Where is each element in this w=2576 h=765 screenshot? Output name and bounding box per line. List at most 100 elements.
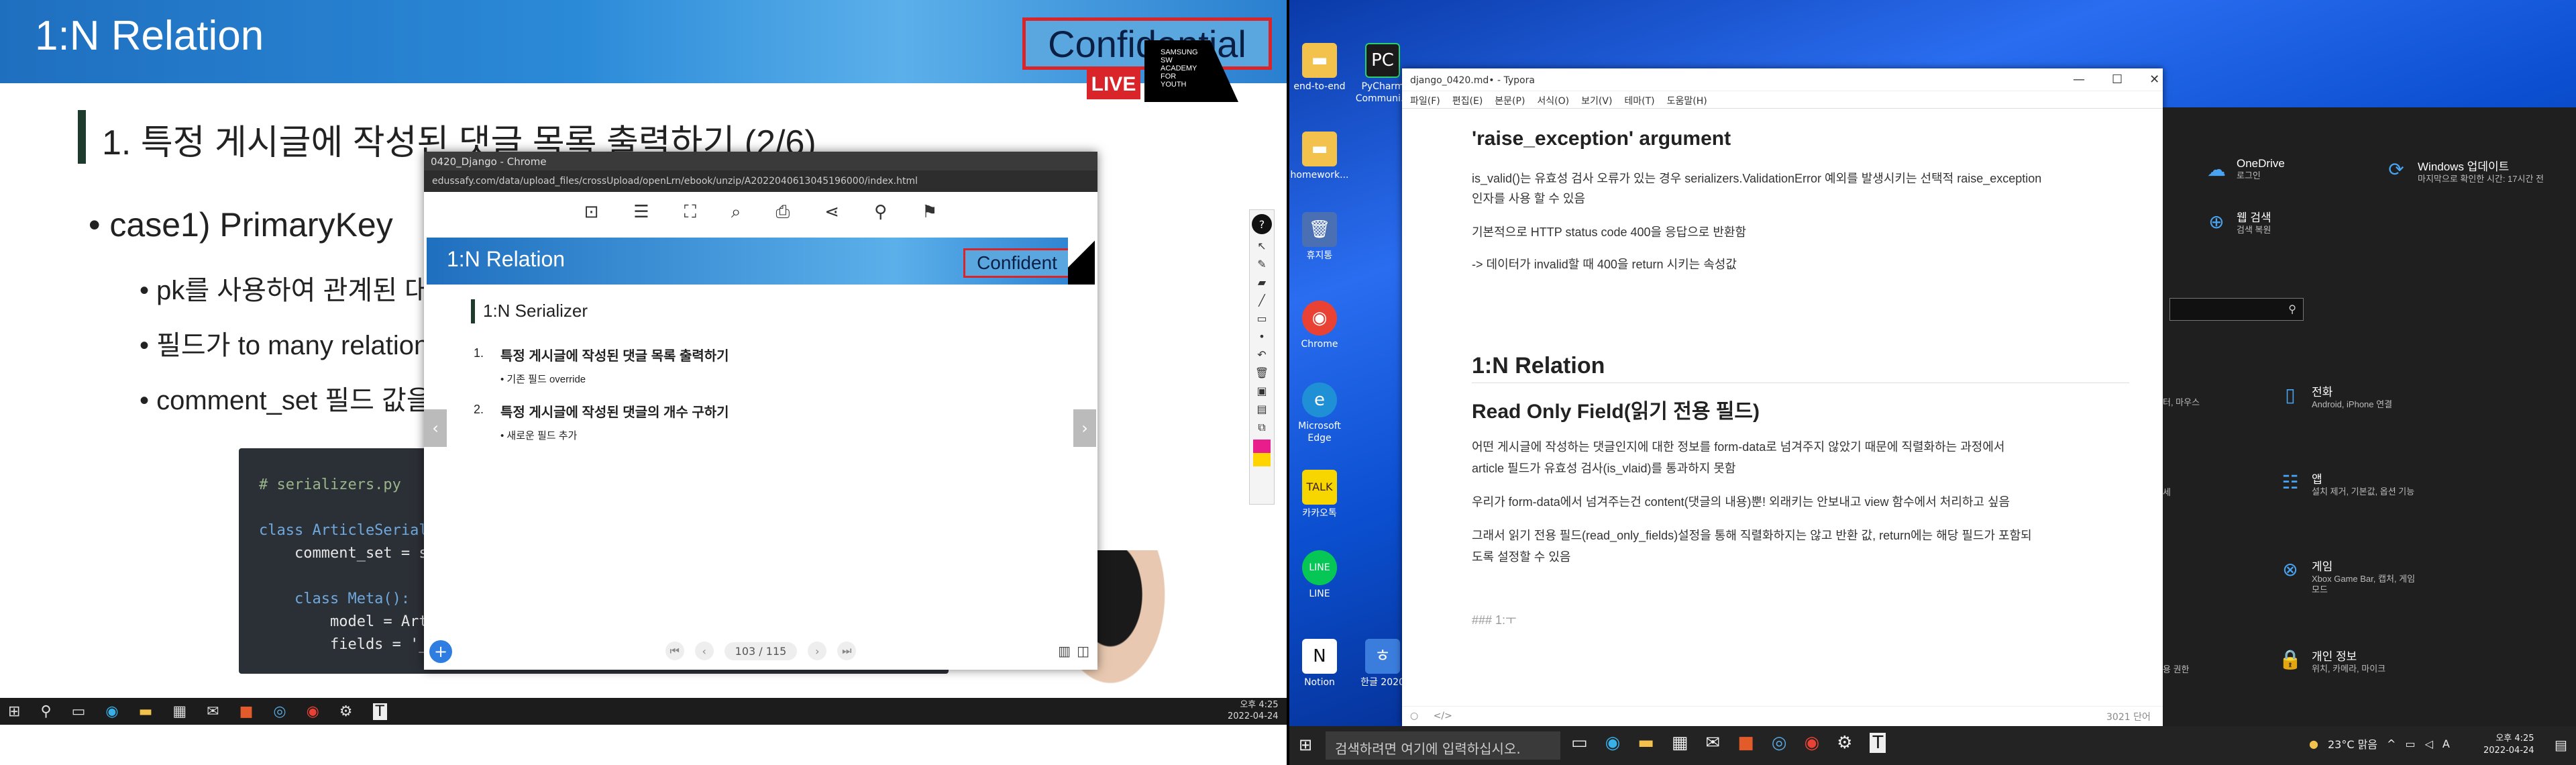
typora-icon[interactable]: T: [372, 703, 387, 720]
zoom-icon[interactable]: ⌕: [731, 202, 741, 223]
first-page-icon[interactable]: ⏮: [665, 642, 684, 660]
desktop-icon-chrome[interactable]: ◉ Chrome: [1289, 301, 1350, 350]
heading-raise-exception[interactable]: 'raise_exception' argument: [1472, 128, 1731, 150]
desktop-icon-recycle-bin[interactable]: 🗑 휴지통: [1289, 212, 1350, 262]
grid-view-icon[interactable]: ▥: [1058, 643, 1071, 659]
share-icon[interactable]: ⋖: [824, 202, 839, 222]
menu-view[interactable]: 보기(V): [1581, 94, 1612, 107]
last-page-icon[interactable]: ⏭: [837, 642, 857, 660]
settings-gear-icon[interactable]: ⚙: [339, 703, 353, 720]
print-icon[interactable]: ⎙: [775, 202, 790, 223]
task-view-icon[interactable]: ▭: [72, 703, 86, 720]
weather-text[interactable]: 23°C 맑음: [2328, 735, 2377, 752]
paragraph[interactable]: 우리가 form-data에서 넘겨주는건 content(댓글의 내용)뿐! …: [1472, 493, 2010, 510]
settings-item-windows-update[interactable]: Windows 업데이트 마지막으로 확인한 시간: 17시간 전: [2418, 157, 2572, 185]
menu-paragraph[interactable]: 본문(P): [1495, 94, 1525, 107]
windows-start-icon[interactable]: ⊞: [1299, 735, 1312, 754]
settings-search-input[interactable]: ⚲: [2169, 298, 2304, 321]
paragraph[interactable]: is_valid()는 유효성 검사 오류가 있는 경우 serializers…: [1472, 169, 2041, 187]
page-indicator[interactable]: 103 / 115: [724, 642, 798, 660]
paragraph[interactable]: 기본적으로 HTTP status code 400을 응답으로 반환함: [1472, 223, 1746, 240]
taskbar-search-input[interactable]: 검색하려면 여기에 입력하십시오.: [1326, 731, 1560, 760]
desktop-icon-kakaotalk[interactable]: TALK 카카오톡: [1289, 470, 1350, 519]
mail-icon[interactable]: ✉: [1705, 733, 1720, 753]
mail-icon[interactable]: ✉: [207, 703, 219, 720]
heading-read-only-field[interactable]: Read Only Field(읽기 전용 필드): [1472, 395, 1760, 424]
search-icon[interactable]: ⚲: [40, 703, 51, 720]
desktop-icon-homework[interactable]: ▬ homework...: [1289, 132, 1350, 181]
bookmark-icon[interactable]: ⊡: [584, 202, 599, 222]
save-icon[interactable]: ▤: [1256, 403, 1267, 415]
prev-page-arrow[interactable]: ‹: [424, 409, 447, 447]
edge-icon[interactable]: ◉: [105, 703, 118, 720]
menu-file[interactable]: 파일(F): [1410, 94, 1440, 107]
store-icon[interactable]: ▦: [172, 703, 186, 720]
settings-item-apps[interactable]: 앱 설치 제거, 기본값, 옵션 기능: [2312, 470, 2414, 497]
paragraph[interactable]: article 필드가 유효성 검사(is_vlaid)를 통과하지 못함: [1472, 459, 1735, 476]
settings-item-privacy[interactable]: 개인 정보 위치, 카메라, 마이크: [2312, 647, 2385, 674]
webex-icon[interactable]: ◎: [1772, 733, 1787, 753]
paragraph[interactable]: 인자를 사용 할 수 있음: [1472, 189, 1585, 207]
undo-icon[interactable]: ↶: [1257, 348, 1266, 361]
right-clock[interactable]: 오후 4:25 2022-04-24: [2483, 733, 2534, 757]
task-view-icon[interactable]: ▭: [1571, 733, 1588, 753]
next-page-icon[interactable]: ›: [808, 642, 827, 660]
ebook-popup-window[interactable]: 0420_Django - Chrome edussafy.com/data/u…: [424, 152, 1097, 670]
chrome-icon[interactable]: ◉: [1804, 733, 1819, 753]
cursor-icon[interactable]: ↖: [1257, 240, 1266, 252]
pen-icon[interactable]: ✎: [1257, 258, 1266, 270]
color-swatch[interactable]: [1253, 440, 1271, 466]
popup-window-title[interactable]: 0420_Django - Chrome: [424, 152, 1097, 170]
network-icon[interactable]: ▭: [2405, 737, 2415, 750]
fullscreen-icon[interactable]: ⛶: [684, 202, 696, 223]
desktop-icon-end-to-end[interactable]: ▬ end-to-end: [1289, 43, 1350, 93]
search-icon[interactable]: ⚲: [874, 202, 887, 222]
windows-start-icon[interactable]: ⊞: [8, 703, 20, 720]
eraser-icon[interactable]: ▭: [1256, 312, 1267, 325]
word-count[interactable]: 3021 단어: [2106, 710, 2151, 723]
office-icon[interactable]: ■: [1737, 733, 1754, 753]
folder-icon[interactable]: ▬: [1638, 733, 1654, 753]
add-button[interactable]: +: [429, 640, 452, 663]
popup-url-bar[interactable]: edussafy.com/data/upload_files/crossUplo…: [424, 170, 1097, 192]
sidebar-toggle-icon[interactable]: ○: [1410, 711, 1418, 721]
paragraph[interactable]: -> 데이터가 invalid할 때 400을 return 시키는 속성값: [1472, 255, 1737, 272]
desktop-icon-edge[interactable]: e Microsoft Edge: [1289, 382, 1350, 444]
source-mode-icon[interactable]: </>: [1434, 711, 1452, 721]
office-icon[interactable]: ■: [239, 703, 254, 720]
trash-icon[interactable]: 🗑: [1255, 366, 1269, 379]
paragraph[interactable]: 어떤 게시글에 작성하는 댓글인지에 대한 정보를 form-data로 넘겨주…: [1472, 438, 2004, 455]
split-view-icon[interactable]: ◫: [1077, 643, 1089, 659]
ime-indicator[interactable]: A: [2443, 737, 2450, 750]
settings-item-web-search[interactable]: 웹 검색 검색 복원: [2237, 208, 2271, 236]
settings-gear-icon[interactable]: ⚙: [1837, 733, 1852, 753]
desktop-icon-notion[interactable]: N Notion: [1289, 639, 1350, 688]
menu-theme[interactable]: 테마(T): [1624, 94, 1654, 107]
draft-heading-input[interactable]: ### 1:ㅜ: [1472, 611, 1517, 628]
dot-icon[interactable]: •: [1258, 330, 1265, 343]
menu-edit[interactable]: 편집(E): [1452, 94, 1483, 107]
minimize-icon[interactable]: —: [2073, 72, 2085, 87]
notification-icon[interactable]: ▤: [2555, 737, 2567, 753]
typora-icon[interactable]: T: [1870, 733, 1886, 753]
copy-icon[interactable]: ⧉: [1258, 421, 1265, 434]
bookmark-flag-icon[interactable]: ⚑: [922, 202, 937, 222]
maximize-icon[interactable]: ☐: [2112, 72, 2123, 87]
list-icon[interactable]: ☰: [633, 202, 649, 222]
close-icon[interactable]: ✕: [2149, 72, 2159, 87]
paragraph[interactable]: 도록 설정할 수 있음: [1472, 548, 1570, 565]
paragraph[interactable]: 그래서 읽기 전용 필드(read_only_fields)설정을 통해 직렬화…: [1472, 526, 2032, 544]
prev-page-icon[interactable]: ‹: [694, 642, 714, 660]
menu-help[interactable]: 도움말(H): [1667, 94, 1707, 107]
desktop-icon-line[interactable]: LINE LINE: [1289, 550, 1350, 600]
folder-icon[interactable]: ▬: [139, 703, 153, 720]
volume-icon[interactable]: ◁: [2425, 737, 2433, 750]
next-page-arrow[interactable]: ›: [1073, 409, 1096, 447]
help-icon[interactable]: ?: [1252, 214, 1272, 234]
edge-icon[interactable]: ◉: [1605, 733, 1621, 753]
webex-icon[interactable]: ◎: [273, 703, 286, 720]
menu-format[interactable]: 서식(O): [1537, 94, 1569, 107]
line-icon[interactable]: ╱: [1258, 294, 1265, 307]
store-icon[interactable]: ▦: [1672, 733, 1688, 753]
tray-chevron-icon[interactable]: ^: [2387, 737, 2396, 750]
